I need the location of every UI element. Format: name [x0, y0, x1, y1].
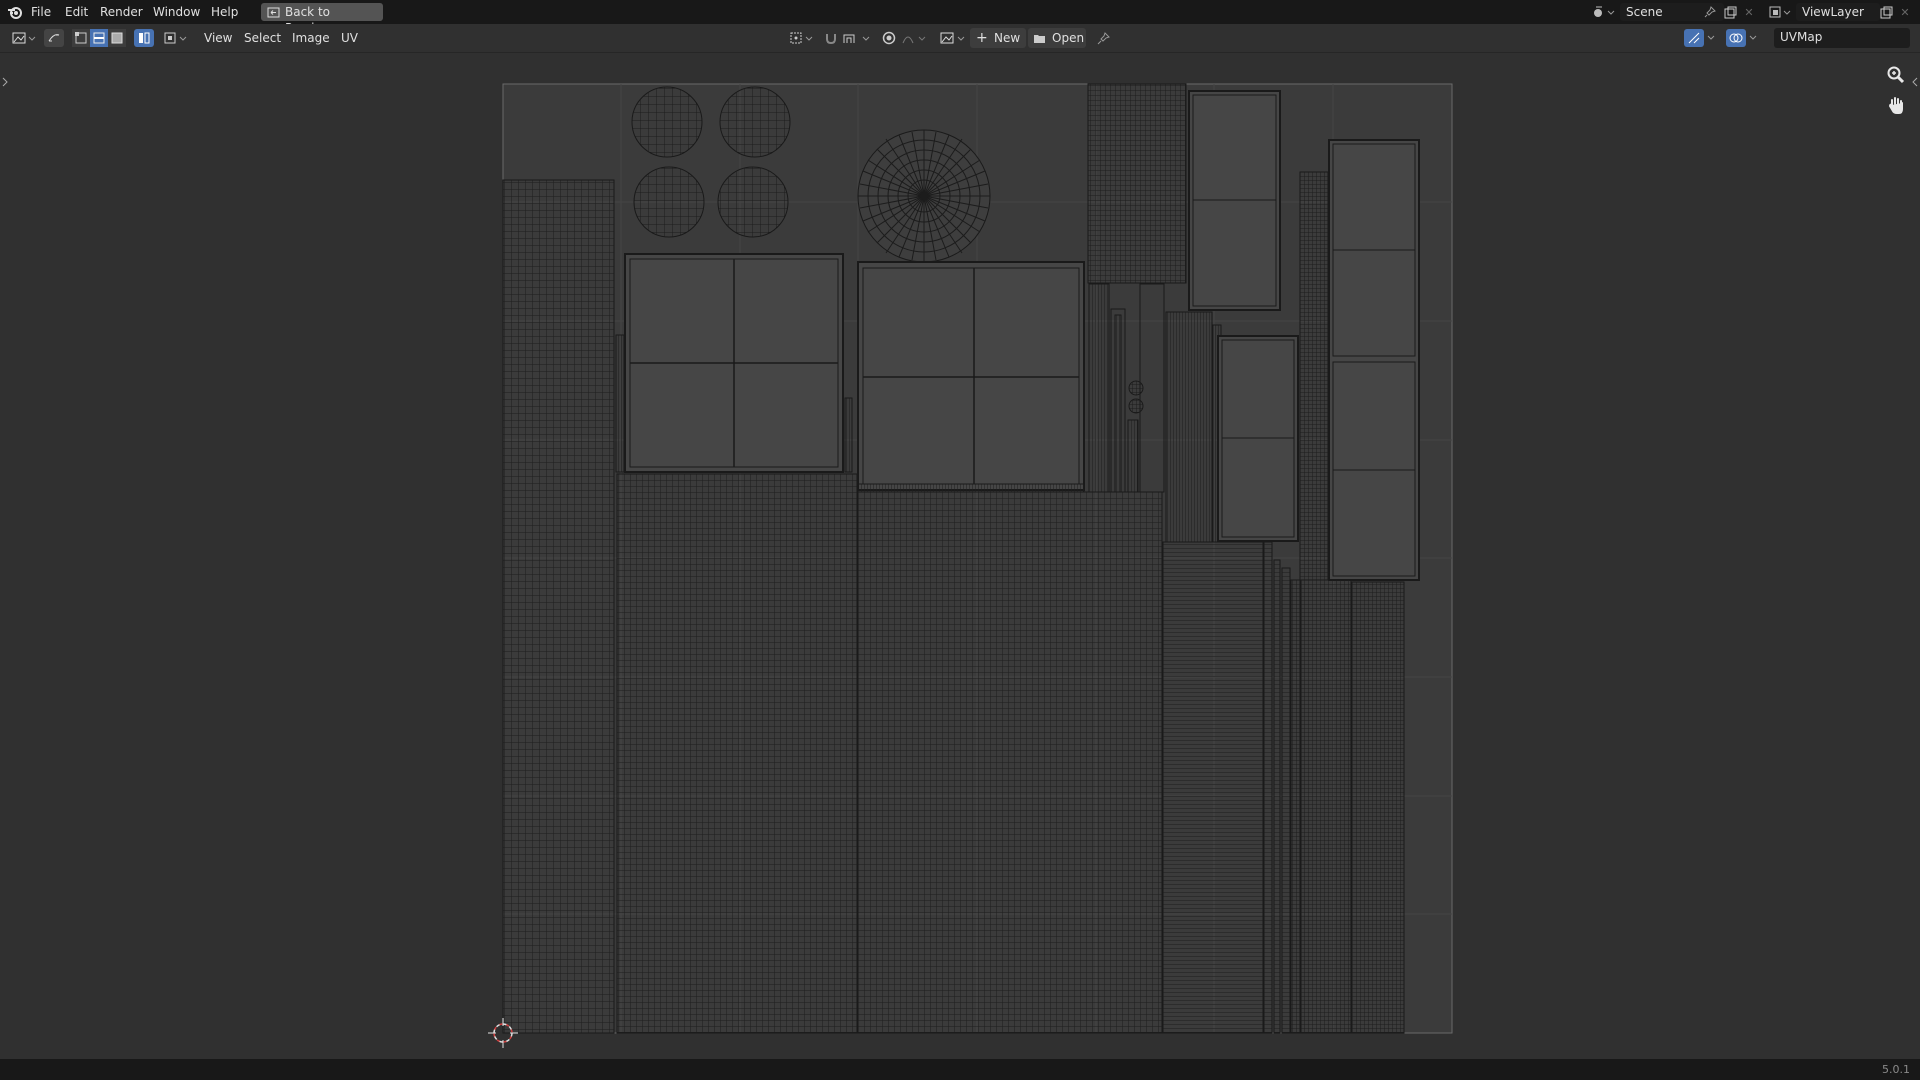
uv-island-disc — [857, 129, 991, 263]
uv-map-text: UVMap — [1780, 30, 1823, 44]
uv-editor-canvas[interactable] — [0, 53, 1920, 1059]
snap-magnet-icon[interactable] — [822, 29, 840, 47]
view-layer-selector-icon[interactable] — [1766, 3, 1794, 21]
uv-island-panel-1 — [615, 253, 853, 473]
uv-island-tall-panel-2 — [1328, 139, 1420, 581]
new-image-label: New — [994, 31, 1021, 45]
zoom-icon[interactable] — [1883, 63, 1909, 87]
status-bar — [0, 1059, 1920, 1080]
open-image-label: Open — [1052, 31, 1085, 45]
overlays-icon[interactable] — [1726, 29, 1746, 47]
uv-island-dense-block — [1087, 83, 1187, 284]
scene-selector-icon[interactable] — [1590, 3, 1618, 21]
new-scene-icon[interactable] — [1722, 4, 1738, 20]
menu-image[interactable]: Image — [292, 30, 330, 46]
uv-island-panel-3 — [1217, 335, 1299, 542]
new-view-layer-icon[interactable] — [1878, 4, 1894, 20]
plus-icon: + — [976, 30, 988, 46]
menu-window[interactable]: Window — [153, 4, 200, 20]
uv-island-bottom-lines — [1162, 541, 1264, 1034]
back-icon — [266, 5, 280, 19]
uv-island-bottom-right-1 — [1300, 579, 1352, 1034]
toolbar-toggle-icon[interactable] — [0, 74, 10, 90]
new-image-button[interactable]: + New — [970, 28, 1026, 48]
version-label: 5.0.1 — [1882, 1063, 1910, 1076]
uv-island-bottom-left — [616, 473, 858, 1034]
gizmo-icon[interactable] — [1684, 29, 1704, 47]
uv-map-field[interactable]: UVMap — [1774, 28, 1910, 48]
proportional-edit-icon[interactable] — [880, 29, 898, 47]
uv-island-bottom-center — [857, 491, 1163, 1034]
proportional-falloff-icon[interactable] — [900, 29, 930, 47]
sticky-select-icon[interactable] — [162, 29, 190, 47]
view-layer-text: ViewLayer — [1802, 5, 1864, 19]
top-bar: File Edit Render Window Help Back to Pre… — [0, 0, 1920, 35]
menu-view[interactable]: View — [204, 30, 232, 46]
pivot-point-icon[interactable] — [788, 29, 816, 47]
menu-render[interactable]: Render — [100, 4, 143, 20]
uv-sync-select-icon[interactable] — [44, 29, 64, 47]
pin-image-icon[interactable] — [1094, 29, 1112, 47]
menu-uv[interactable]: UV — [341, 30, 358, 46]
back-to-previous-button[interactable]: Back to Previous — [261, 3, 383, 35]
menu-help[interactable]: Help — [211, 4, 238, 20]
uv-island-panel-2 — [857, 261, 1085, 493]
uv-island-left-strip — [502, 179, 615, 1034]
scene-name-text: Scene — [1626, 5, 1663, 19]
image-editor-icon[interactable] — [10, 29, 38, 47]
blender-logo-icon[interactable] — [6, 3, 24, 21]
image-browse-icon[interactable] — [938, 29, 968, 47]
menu-edit[interactable]: Edit — [65, 4, 88, 20]
sidebar-toggle-icon[interactable] — [1910, 74, 1920, 90]
delete-view-layer-icon[interactable]: ✕ — [1898, 4, 1912, 20]
view-layer-field[interactable]: ViewLayer — [1796, 3, 1880, 21]
island-select-icon[interactable] — [134, 29, 154, 47]
overlays-dropdown-icon[interactable] — [1746, 29, 1760, 47]
hand-pan-icon[interactable] — [1883, 93, 1909, 117]
open-image-button[interactable]: Open — [1028, 28, 1086, 48]
menu-select[interactable]: Select — [244, 30, 281, 46]
uv-island-bottom-thin-strips — [1263, 541, 1301, 1034]
gizmo-dropdown-icon[interactable] — [1704, 29, 1718, 47]
uv-island-bottom-right-2 — [1351, 581, 1405, 1034]
uv-island-tall-panel-1 — [1188, 90, 1281, 311]
folder-icon — [1032, 31, 1046, 45]
edge-select-icon[interactable] — [90, 29, 108, 47]
uv-island-right-strip — [1299, 171, 1329, 581]
menu-file[interactable]: File — [31, 4, 51, 20]
face-select-icon[interactable] — [108, 29, 126, 47]
vertex-select-icon[interactable] — [72, 29, 90, 47]
snap-target-icon[interactable] — [840, 29, 874, 47]
pin-scene-icon[interactable] — [1702, 4, 1718, 20]
delete-scene-icon[interactable]: ✕ — [1742, 4, 1756, 20]
